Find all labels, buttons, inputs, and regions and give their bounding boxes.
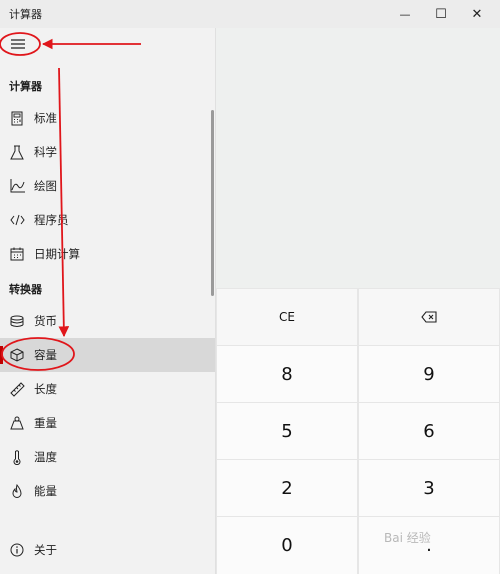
- backspace-icon: [421, 311, 437, 323]
- nav-item-label: 关于: [34, 543, 57, 557]
- section-heading-converter: 转换器: [9, 283, 42, 296]
- nav-item-temperature[interactable]: 温度: [0, 440, 215, 474]
- minimize-button[interactable]: —: [388, 0, 422, 28]
- watermark: Bai 经验: [384, 531, 431, 545]
- digit-0-button[interactable]: 0: [217, 517, 357, 574]
- nav-item-label: 科学: [34, 145, 57, 159]
- nav-item-weight[interactable]: 重量: [0, 406, 215, 440]
- weight-icon: [9, 415, 25, 431]
- navigation-pane: 计算器 标准 科学 绘图 程序员 日期计算 转换器 货币 容量 长度 重量 温度…: [0, 28, 216, 574]
- keypad: CE 8 9 5 6 2 3 0 .: [216, 288, 500, 574]
- nav-item-label: 程序员: [34, 213, 69, 227]
- hamburger-icon: [11, 39, 25, 49]
- digit-9-label: 9: [423, 363, 435, 385]
- digit-8-label: 8: [281, 363, 293, 385]
- nav-item-label: 绘图: [34, 179, 57, 193]
- nav-scrollbar[interactable]: [211, 110, 214, 296]
- nav-item-currency[interactable]: 货币: [0, 304, 215, 338]
- window-title: 计算器: [9, 8, 42, 21]
- digit-6-button[interactable]: 6: [359, 403, 499, 459]
- calendar-icon: [9, 246, 25, 262]
- title-bar: 计算器 — ☐ ✕: [0, 0, 500, 28]
- nav-item-about[interactable]: 关于: [0, 533, 215, 567]
- nav-item-label: 长度: [34, 382, 57, 396]
- digit-5-label: 5: [281, 420, 293, 442]
- minimize-icon: —: [399, 7, 411, 21]
- nav-item-graphing[interactable]: 绘图: [0, 169, 215, 203]
- nav-item-label: 日期计算: [34, 247, 80, 261]
- maximize-icon: ☐: [435, 6, 447, 22]
- thermometer-icon: [9, 449, 25, 465]
- menu-button[interactable]: [6, 34, 30, 54]
- info-icon: [9, 542, 25, 558]
- section-heading-calculator: 计算器: [9, 80, 42, 93]
- nav-item-date-calculation[interactable]: 日期计算: [0, 237, 215, 271]
- digit-0-label: 0: [281, 535, 293, 556]
- cube-icon: [9, 347, 25, 363]
- nav-item-label: 标准: [34, 111, 57, 125]
- nav-item-label: 能量: [34, 484, 57, 498]
- nav-item-programmer[interactable]: 程序员: [0, 203, 215, 237]
- code-icon: [9, 212, 25, 228]
- digit-8-button[interactable]: 8: [217, 346, 357, 402]
- digit-6-label: 6: [423, 420, 435, 442]
- nav-item-scientific[interactable]: 科学: [0, 135, 215, 169]
- nav-item-length[interactable]: 长度: [0, 372, 215, 406]
- digit-3-label: 3: [423, 477, 435, 499]
- coins-icon: [9, 313, 25, 329]
- digit-2-label: 2: [281, 477, 293, 499]
- digit-3-button[interactable]: 3: [359, 460, 499, 516]
- nav-item-energy[interactable]: 能量: [0, 474, 215, 508]
- nav-item-label: 重量: [34, 416, 57, 430]
- flask-icon: [9, 144, 25, 160]
- ruler-icon: [9, 381, 25, 397]
- digit-5-button[interactable]: 5: [217, 403, 357, 459]
- digit-9-button[interactable]: 9: [359, 346, 499, 402]
- flame-icon: [9, 483, 25, 499]
- nav-item-label: 温度: [34, 450, 57, 464]
- close-icon: ✕: [471, 6, 483, 22]
- digit-2-button[interactable]: 2: [217, 460, 357, 516]
- nav-item-standard[interactable]: 标准: [0, 101, 215, 135]
- maximize-button[interactable]: ☐: [424, 0, 458, 28]
- nav-item-label: 容量: [34, 348, 57, 362]
- calculator-icon: [9, 110, 25, 126]
- ce-label: CE: [279, 310, 295, 324]
- nav-item-label: 货币: [34, 314, 57, 328]
- ce-button[interactable]: CE: [217, 289, 357, 345]
- nav-item-volume[interactable]: 容量: [0, 338, 215, 372]
- backspace-button[interactable]: [359, 289, 499, 345]
- graph-icon: [9, 178, 25, 194]
- close-button[interactable]: ✕: [460, 0, 494, 28]
